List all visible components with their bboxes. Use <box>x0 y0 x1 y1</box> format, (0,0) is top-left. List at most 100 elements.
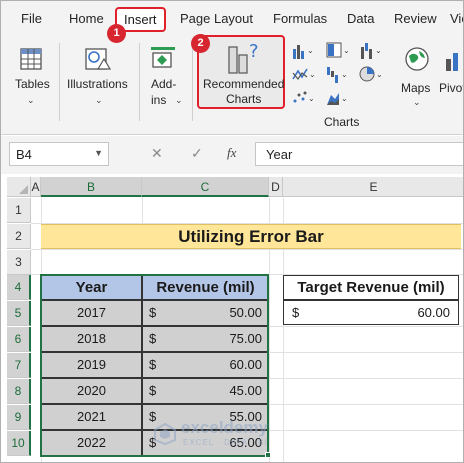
formula-input[interactable]: Year <box>255 142 463 166</box>
worksheet-grid[interactable]: A B C D E 1 2 3 4 5 6 7 8 9 10 Utilizing… <box>1 174 463 462</box>
illustrations-label: Illustrations <box>67 77 128 91</box>
table-cell-revenue[interactable]: $ 55.00 <box>142 404 269 430</box>
group-separator <box>139 43 140 121</box>
table-cell-year[interactable]: 2019 <box>41 352 142 378</box>
hierarchy-chart-icon[interactable]: ⌄ <box>325 41 351 59</box>
svg-text:⌄: ⌄ <box>341 94 348 103</box>
svg-text:⌄: ⌄ <box>308 94 315 103</box>
tab-page-layout[interactable]: Page Layout <box>180 11 253 26</box>
step-1-callout: 1 <box>107 24 126 43</box>
currency-symbol: $ <box>149 409 157 424</box>
line-chart-icon[interactable]: ⌄ <box>291 65 317 83</box>
group-separator <box>192 43 193 121</box>
column-header-c[interactable]: C <box>142 177 269 197</box>
table-cell-year[interactable]: 2022 <box>41 430 142 456</box>
table-header-year[interactable]: Year <box>41 275 142 300</box>
select-all-button[interactable] <box>7 177 31 197</box>
row-header-6[interactable]: 6 <box>7 327 31 352</box>
column-header-a[interactable]: A <box>31 177 41 197</box>
table-cell-revenue[interactable]: $ 75.00 <box>142 326 269 352</box>
table-cell-revenue[interactable]: $ 50.00 <box>142 300 269 326</box>
svg-text:⌄: ⌄ <box>309 70 316 79</box>
gridline <box>269 430 463 431</box>
row-header-1[interactable]: 1 <box>7 198 31 223</box>
tab-file[interactable]: File <box>21 11 42 26</box>
tables-label: Tables <box>15 77 50 91</box>
illustrations-button[interactable]: Illustrations ⌄ <box>63 39 133 119</box>
table-cell-year[interactable]: 2018 <box>41 326 142 352</box>
gridline <box>269 378 463 379</box>
name-box[interactable]: B4 ▼ <box>9 142 109 166</box>
recommended-charts-label-line2: Charts <box>226 92 262 106</box>
row-header-5[interactable]: 5 <box>7 301 31 326</box>
currency-symbol: $ <box>149 331 157 346</box>
globe-icon <box>405 47 429 71</box>
ribbon-tabs: File Home Insert Page Layout Formulas Da… <box>1 1 463 35</box>
svg-text:⌄: ⌄ <box>375 46 382 55</box>
statistic-chart-icon[interactable]: ⌄ <box>359 41 385 59</box>
waterfall-chart-icon[interactable]: ⌄ <box>325 65 351 83</box>
row-header-10[interactable]: 10 <box>7 431 31 456</box>
column-header-e[interactable]: E <box>283 177 463 197</box>
table-cell-revenue[interactable]: $ 60.00 <box>142 352 269 378</box>
recommended-charts-icon: ? <box>228 41 259 74</box>
check-icon[interactable]: ✓ <box>191 145 203 162</box>
fill-handle[interactable] <box>265 452 271 458</box>
shapes-icon <box>85 48 112 70</box>
table-cell-year[interactable]: 2020 <box>41 378 142 404</box>
table-header-revenue[interactable]: Revenue (mil) <box>142 275 269 300</box>
tab-data[interactable]: Data <box>347 11 374 26</box>
column-header-d[interactable]: D <box>269 177 283 197</box>
tab-home[interactable]: Home <box>69 11 104 26</box>
column-chart-icon[interactable]: ⌄ <box>291 41 317 59</box>
chevron-down-icon: ⌄ <box>175 95 183 105</box>
gridline <box>142 198 143 224</box>
table-cell-revenue[interactable]: $ 65.00 <box>142 430 269 456</box>
tables-button[interactable]: Tables ⌄ <box>9 39 53 119</box>
revenue-value: 45.00 <box>229 383 262 398</box>
row-header-4[interactable]: 4 <box>7 275 31 300</box>
scatter-chart-icon[interactable]: ⌄ <box>291 89 317 107</box>
area-chart-icon[interactable]: ⌄ <box>325 89 351 107</box>
insert-function-icon[interactable]: fx <box>227 145 236 161</box>
revenue-value: 55.00 <box>229 409 262 424</box>
table-cell-year[interactable]: 2021 <box>41 404 142 430</box>
charts-group-label: Charts <box>324 115 360 129</box>
target-revenue-value: 60.00 <box>417 305 450 320</box>
currency-symbol: $ <box>149 305 157 320</box>
target-revenue-cell[interactable]: $ 60.00 <box>283 300 459 325</box>
maps-label: Maps <box>401 81 431 95</box>
add-ins-icon <box>151 47 175 68</box>
tab-formulas[interactable]: Formulas <box>273 11 327 26</box>
table-cell-revenue[interactable]: $ 45.00 <box>142 378 269 404</box>
row-header-8[interactable]: 8 <box>7 379 31 404</box>
pie-chart-icon[interactable]: ⌄ <box>359 65 385 83</box>
chevron-down-icon: ⌄ <box>413 97 421 107</box>
add-ins-button[interactable]: Add- ins ⌄ <box>143 39 187 119</box>
gridline <box>31 249 463 250</box>
svg-text:⌄: ⌄ <box>341 70 348 79</box>
svg-text:⌄: ⌄ <box>376 70 383 79</box>
sheet-title[interactable]: Utilizing Error Bar <box>41 224 461 249</box>
maps-button[interactable]: Maps ⌄ <box>397 39 437 119</box>
svg-text:?: ? <box>249 41 259 62</box>
chevron-down-icon[interactable]: ▼ <box>94 148 103 158</box>
tab-review[interactable]: Review <box>394 11 437 26</box>
row-header-2[interactable]: 2 <box>7 224 31 249</box>
column-header-b[interactable]: B <box>41 177 142 197</box>
row-header-7[interactable]: 7 <box>7 353 31 378</box>
tab-view[interactable]: View <box>450 11 463 26</box>
row-header-9[interactable]: 9 <box>7 405 31 430</box>
add-ins-label-line1: Add- <box>151 77 177 91</box>
currency-symbol: $ <box>149 435 157 450</box>
table-cell-year[interactable]: 2017 <box>41 300 142 326</box>
cancel-icon[interactable]: ✕ <box>151 145 163 162</box>
recommended-charts-button[interactable]: ? Recommended Charts <box>197 35 285 109</box>
currency-symbol: $ <box>149 383 157 398</box>
row-header-3[interactable]: 3 <box>7 250 31 275</box>
pivot-chart-button[interactable]: Pivot <box>439 39 463 119</box>
revenue-value: 50.00 <box>229 305 262 320</box>
svg-text:⌄: ⌄ <box>307 46 314 55</box>
recommended-charts-label-line1: Recommended <box>203 77 285 91</box>
target-revenue-header[interactable]: Target Revenue (mil) <box>283 275 459 300</box>
